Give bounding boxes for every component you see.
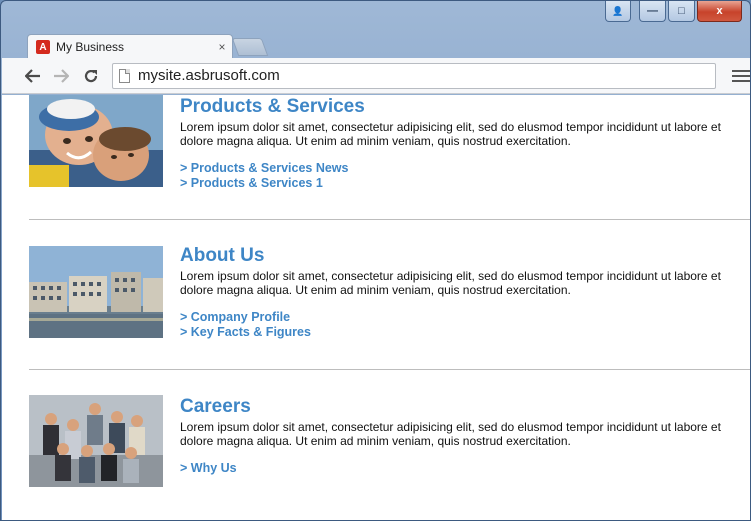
address-bar[interactable]: mysite.asbrusoft.com	[112, 62, 716, 89]
link-key-facts-figures[interactable]: > Key Facts & Figures	[180, 325, 750, 340]
section-links: > Company Profile > Key Facts & Figures	[180, 310, 750, 340]
menu-icon[interactable]	[732, 69, 750, 82]
browser-toolbar: mysite.asbrusoft.com	[2, 58, 750, 94]
section-links: > Products & Services News > Products & …	[180, 161, 750, 191]
section-description: Lorem ipsum dolor sit amet, consectetur …	[180, 420, 721, 448]
careers-text: Careers Lorem ipsum dolor sit amet, cons…	[180, 396, 750, 476]
new-tab-button[interactable]	[231, 38, 269, 56]
section-title: Careers	[180, 396, 251, 417]
tab-title: My Business	[56, 40, 125, 54]
forward-arrow-icon[interactable]	[50, 65, 72, 87]
browser-window: 👤 — □ x A My Business × mysite.asbrusoft…	[0, 0, 751, 521]
user-profile-button[interactable]: 👤	[605, 1, 631, 22]
section-description: Lorem ipsum dolor sit amet, consectetur …	[180, 269, 721, 297]
link-company-profile[interactable]: > Company Profile	[180, 310, 750, 325]
about-us-image	[29, 246, 163, 338]
back-arrow-icon[interactable]	[22, 65, 44, 87]
products-services-text: Products & Services Lorem ipsum dolor si…	[180, 96, 750, 191]
page-content: Products & Services Lorem ipsum dolor si…	[2, 95, 750, 520]
minimize-icon: —	[647, 5, 658, 17]
tab-close-icon[interactable]: ×	[212, 40, 232, 54]
minimize-button[interactable]: —	[639, 1, 666, 22]
maximize-button[interactable]: □	[668, 1, 695, 22]
link-why-us[interactable]: > Why Us	[180, 461, 750, 476]
page-icon	[119, 68, 130, 83]
window-controls: 👤 — □ x	[605, 1, 742, 22]
about-us-text: About Us Lorem ipsum dolor sit amet, con…	[180, 245, 750, 340]
site-favicon-icon: A	[36, 40, 50, 54]
user-icon: 👤	[612, 5, 624, 16]
section-description: Lorem ipsum dolor sit amet, consectetur …	[180, 120, 721, 148]
careers-image	[29, 395, 163, 487]
browser-tab[interactable]: A My Business ×	[27, 34, 233, 59]
url-text: mysite.asbrusoft.com	[138, 67, 280, 84]
section-links: > Why Us	[180, 461, 750, 476]
section-title: Products & Services	[180, 96, 365, 117]
reload-icon[interactable]	[80, 65, 102, 87]
link-products-services-1[interactable]: > Products & Services 1	[180, 176, 750, 191]
products-services-image	[29, 95, 163, 187]
link-products-services-news[interactable]: > Products & Services News	[180, 161, 750, 176]
section-divider	[29, 219, 750, 220]
section-divider	[29, 369, 750, 370]
maximize-icon: □	[678, 5, 685, 17]
section-title: About Us	[180, 245, 265, 266]
close-icon: x	[716, 5, 723, 17]
favicon-letter: A	[39, 41, 47, 53]
close-window-button[interactable]: x	[697, 1, 742, 22]
